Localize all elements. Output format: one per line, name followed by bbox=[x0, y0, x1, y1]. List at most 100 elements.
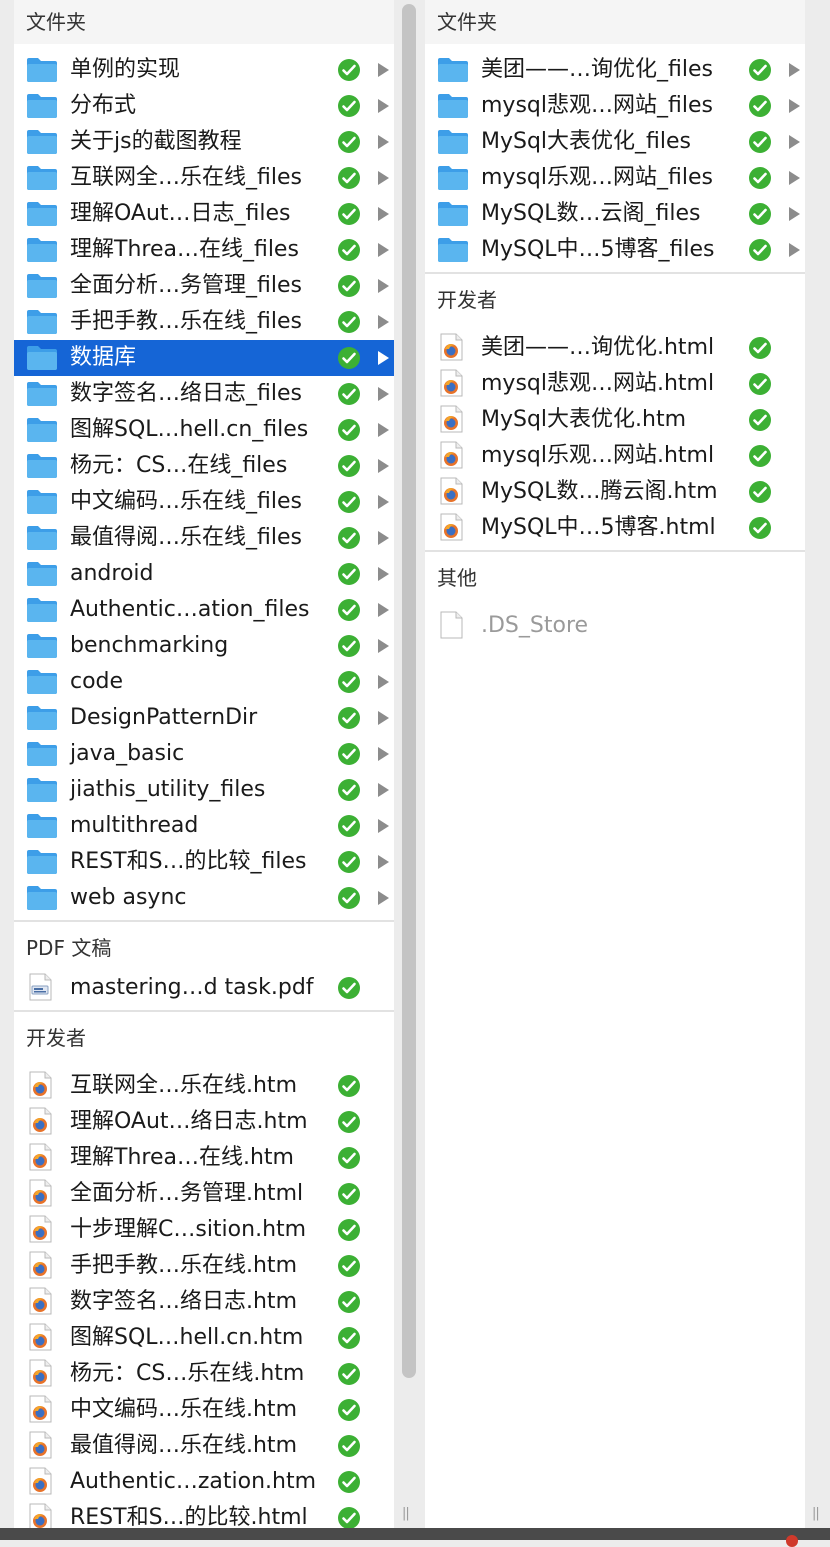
left-scrollbar-thumb[interactable] bbox=[402, 4, 416, 1378]
item-label: mysql悲观…网站_files bbox=[481, 93, 713, 118]
sync-status-icon bbox=[338, 671, 360, 693]
folder-icon bbox=[438, 202, 468, 226]
sync-status-icon bbox=[338, 779, 360, 801]
item-label: multithread bbox=[70, 813, 199, 838]
item-label: DesignPatternDir bbox=[70, 705, 258, 730]
folder-item[interactable]: MySQL中…5博客_files bbox=[425, 232, 805, 268]
html-file-item[interactable]: MySql大表优化.htm bbox=[425, 402, 805, 438]
column-resize-handle[interactable]: || bbox=[812, 1506, 820, 1521]
html-file-item[interactable]: 理解OAut…络日志.htm bbox=[14, 1104, 394, 1140]
folder-item[interactable]: 数据库 bbox=[14, 340, 394, 376]
folder-item[interactable]: 理解Threa…在线_files bbox=[14, 232, 394, 268]
sync-status-icon bbox=[338, 311, 360, 333]
folder-item[interactable]: REST和S…的比较_files bbox=[14, 844, 394, 880]
disclosure-arrow-icon bbox=[378, 63, 389, 77]
folder-item[interactable]: 理解OAut…日志_files bbox=[14, 196, 394, 232]
right-folder-list: 美团——…询优化_files mysql悲观…网站_files MySql大表优化_… bbox=[425, 52, 805, 268]
html-file-item[interactable]: REST和S…的比较.html bbox=[14, 1500, 394, 1528]
folder-item[interactable]: DesignPatternDir bbox=[14, 700, 394, 736]
folder-item[interactable]: mysql乐观…网站_files bbox=[425, 160, 805, 196]
item-label: 互联网全…乐在线_files bbox=[70, 165, 302, 190]
folder-item[interactable]: 数字签名…络日志_files bbox=[14, 376, 394, 412]
disclosure-arrow-icon bbox=[378, 351, 389, 365]
folder-item[interactable]: mysql悲观…网站_files bbox=[425, 88, 805, 124]
html-file-item[interactable]: mysql乐观…网站.html bbox=[425, 438, 805, 474]
folder-item[interactable]: 全面分析…务管理_files bbox=[14, 268, 394, 304]
section-divider bbox=[14, 920, 394, 922]
html-file-item[interactable]: 全面分析…务管理.html bbox=[14, 1176, 394, 1212]
blank-file-icon bbox=[440, 611, 463, 639]
folder-item[interactable]: MySQL数…云阁_files bbox=[425, 196, 805, 232]
folder-item[interactable]: 美团——…询优化_files bbox=[425, 52, 805, 88]
folder-item[interactable]: 关于js的截图教程 bbox=[14, 124, 394, 160]
html-file-item[interactable]: 最值得阅…乐在线.htm bbox=[14, 1428, 394, 1464]
folder-item[interactable]: 互联网全…乐在线_files bbox=[14, 160, 394, 196]
html-file-item[interactable]: 十步理解C…sition.htm bbox=[14, 1212, 394, 1248]
item-label: 中文编码…乐在线_files bbox=[70, 489, 302, 514]
firefox-html-file-icon bbox=[29, 1215, 52, 1243]
folder-icon bbox=[27, 238, 57, 262]
folder-icon bbox=[27, 706, 57, 730]
folder-item[interactable]: benchmarking bbox=[14, 628, 394, 664]
right-other-list: .DS_Store bbox=[425, 608, 805, 644]
html-file-item[interactable]: MySQL数…腾云阁.htm bbox=[425, 474, 805, 510]
folder-icon bbox=[27, 814, 57, 838]
firefox-html-file-icon bbox=[29, 1323, 52, 1351]
html-file-item[interactable]: 数字签名…络日志.htm bbox=[14, 1284, 394, 1320]
folder-item[interactable]: web async bbox=[14, 880, 394, 916]
folder-item[interactable]: 图解SQL…hell.cn_files bbox=[14, 412, 394, 448]
section-header-pdf: PDF 文稿 bbox=[14, 926, 394, 970]
item-label: 手把手教…乐在线_files bbox=[70, 309, 302, 334]
html-file-item[interactable]: Authentic…zation.htm bbox=[14, 1464, 394, 1500]
sync-status-icon bbox=[338, 491, 360, 513]
folder-item[interactable]: android bbox=[14, 556, 394, 592]
other-file-item[interactable]: .DS_Store bbox=[425, 608, 805, 644]
html-file-item[interactable]: 中文编码…乐在线.htm bbox=[14, 1392, 394, 1428]
folder-item[interactable]: 杨元：CS…在线_files bbox=[14, 448, 394, 484]
status-dot bbox=[786, 1535, 798, 1547]
item-label: 单例的实现 bbox=[70, 57, 181, 82]
sync-status-icon bbox=[749, 445, 771, 467]
left-folder-list: 单例的实现分布式 关于js的截图教程互联网全…乐在线_files 理解OAut…日志… bbox=[14, 52, 394, 916]
html-file-item[interactable]: MySQL中…5博客.html bbox=[425, 510, 805, 546]
sync-status-icon bbox=[749, 373, 771, 395]
item-label: mysql乐观…网站.html bbox=[481, 443, 715, 468]
column-resize-handle[interactable]: || bbox=[402, 1506, 410, 1521]
folder-item[interactable]: 单例的实现 bbox=[14, 52, 394, 88]
html-file-item[interactable]: 互联网全…乐在线.htm bbox=[14, 1068, 394, 1104]
sync-status-icon bbox=[338, 239, 360, 261]
folder-item[interactable]: 手把手教…乐在线_files bbox=[14, 304, 394, 340]
sync-status-icon bbox=[338, 1471, 360, 1493]
html-file-item[interactable]: 理解Threa…在线.htm bbox=[14, 1140, 394, 1176]
folder-item[interactable]: java_basic bbox=[14, 736, 394, 772]
pdf-file-icon bbox=[29, 973, 52, 1001]
html-file-item[interactable]: 杨元：CS…乐在线.htm bbox=[14, 1356, 394, 1392]
item-label: MySQL数…云阁_files bbox=[481, 201, 701, 226]
html-file-item[interactable]: 图解SQL…hell.cn.htm bbox=[14, 1320, 394, 1356]
html-file-item[interactable]: mysql悲观…网站.html bbox=[425, 366, 805, 402]
firefox-html-file-icon bbox=[440, 333, 463, 361]
folder-icon bbox=[27, 598, 57, 622]
folder-item[interactable]: 中文编码…乐在线_files bbox=[14, 484, 394, 520]
folder-item[interactable]: jiathis_utility_files bbox=[14, 772, 394, 808]
folder-item[interactable]: multithread bbox=[14, 808, 394, 844]
firefox-html-file-icon bbox=[29, 1431, 52, 1459]
item-label: 杨元：CS…乐在线.htm bbox=[70, 1361, 305, 1386]
pdf-file-item[interactable]: mastering…d task.pdf bbox=[14, 970, 394, 1006]
sync-status-icon bbox=[338, 95, 360, 117]
sync-status-icon bbox=[338, 815, 360, 837]
item-label: mastering…d task.pdf bbox=[70, 975, 314, 1000]
folder-icon bbox=[27, 346, 57, 370]
sync-status-icon bbox=[338, 851, 360, 873]
folder-item[interactable]: 最值得阅…乐在线_files bbox=[14, 520, 394, 556]
folder-item[interactable]: Authentic…ation_files bbox=[14, 592, 394, 628]
folder-icon bbox=[27, 310, 57, 334]
section-header-folders: 文件夹 bbox=[425, 0, 805, 44]
folder-item[interactable]: MySql大表优化_files bbox=[425, 124, 805, 160]
folder-item[interactable]: code bbox=[14, 664, 394, 700]
section-header-other: 其他 bbox=[425, 556, 805, 600]
folder-item[interactable]: 分布式 bbox=[14, 88, 394, 124]
sync-status-icon bbox=[338, 1147, 360, 1169]
html-file-item[interactable]: 美团——…询优化.html bbox=[425, 330, 805, 366]
html-file-item[interactable]: 手把手教…乐在线.htm bbox=[14, 1248, 394, 1284]
